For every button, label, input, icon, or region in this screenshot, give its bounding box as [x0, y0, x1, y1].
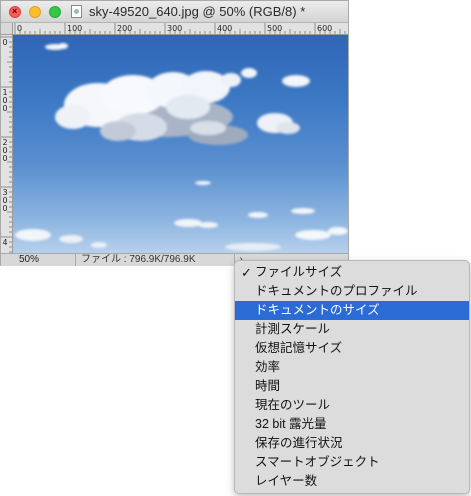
- menu-item-label: ファイルサイズ: [255, 265, 343, 279]
- checkmark-icon: ✓: [241, 265, 252, 280]
- ruler-label: 0: [3, 38, 8, 47]
- status-divider: [75, 254, 76, 266]
- window-title: sky-49520_640.jpg @ 50% (RGB/8) *: [89, 4, 306, 19]
- menu-item-document-size[interactable]: ドキュメントのサイズ: [235, 301, 469, 320]
- ruler-label: 200: [117, 24, 132, 33]
- ruler-label: 100: [67, 24, 82, 33]
- menu-item-label: レイヤー数: [255, 474, 318, 488]
- ruler-label: 600: [317, 24, 332, 33]
- ruler-label: 500: [267, 24, 282, 33]
- maximize-window-button[interactable]: [49, 6, 61, 18]
- menu-item-label: ドキュメントのサイズ: [255, 303, 380, 317]
- file-info-text: ファイル : 796.9K/796.9K: [81, 254, 196, 265]
- menu-item-file-size[interactable]: ✓ ファイルサイズ: [235, 263, 469, 282]
- menu-item-label: 時間: [255, 379, 281, 393]
- menu-item-label: ドキュメントのプロファイル: [255, 284, 418, 298]
- menu-item-label: 保存の進行状況: [255, 436, 343, 450]
- cloud-right: [241, 68, 310, 134]
- document-window: × sky-49520_640.jpg @ 50% (RGB/8) * 0 100…: [0, 0, 349, 266]
- ruler-label: 0: [3, 104, 8, 113]
- cloud-small: [195, 181, 315, 218]
- zoom-level[interactable]: 50%: [19, 254, 39, 266]
- status-info-menu: ✓ ファイルサイズ ドキュメントのプロファイル ドキュメントのサイズ 計測スケー…: [234, 260, 470, 494]
- ruler-label: 0: [3, 154, 8, 163]
- menu-item-measurement-scale[interactable]: 計測スケール: [235, 320, 469, 339]
- close-window-button[interactable]: ×: [9, 6, 21, 18]
- menu-item-efficiency[interactable]: 効率: [235, 358, 469, 377]
- cloud-main: [55, 71, 248, 145]
- ruler-label: 0: [17, 24, 22, 33]
- menu-item-scratch-sizes[interactable]: 仮想記憶サイズ: [235, 339, 469, 358]
- ruler-label: 4: [3, 238, 8, 247]
- menu-item-label: スマートオブジェクト: [255, 455, 380, 469]
- menu-item-save-progress[interactable]: 保存の進行状況: [235, 434, 469, 453]
- menu-item-32bit-exposure[interactable]: 32 bit 露光量: [235, 415, 469, 434]
- menu-item-document-profile[interactable]: ドキュメントのプロファイル: [235, 282, 469, 301]
- menu-item-label: 計測スケール: [255, 322, 331, 336]
- cloud-bottom: [15, 219, 348, 251]
- ruler-origin[interactable]: [1, 23, 13, 35]
- close-icon: ×: [12, 6, 18, 16]
- menu-item-label: 32 bit 露光量: [255, 417, 327, 431]
- horizontal-ruler[interactable]: 0 100 200 300 400 500 600: [13, 23, 348, 35]
- menu-item-label: 仮想記憶サイズ: [255, 341, 343, 355]
- menu-item-label: 効率: [255, 360, 281, 374]
- menu-item-smart-objects[interactable]: スマートオブジェクト: [235, 453, 469, 472]
- menu-item-layer-count[interactable]: レイヤー数: [235, 472, 469, 491]
- menu-item-label: 現在のツール: [255, 398, 331, 412]
- menu-item-current-tool[interactable]: 現在のツール: [235, 396, 469, 415]
- menu-item-timing[interactable]: 時間: [235, 377, 469, 396]
- ruler-label: 300: [167, 24, 182, 33]
- title-bar[interactable]: × sky-49520_640.jpg @ 50% (RGB/8) *: [1, 1, 348, 23]
- cloud: [45, 43, 68, 50]
- ruler-label: 0: [3, 204, 8, 213]
- document-proxy-icon[interactable]: [71, 5, 82, 18]
- image-canvas[interactable]: [13, 35, 348, 253]
- ruler-label: 400: [217, 24, 232, 33]
- minimize-window-button[interactable]: [29, 6, 41, 18]
- vertical-ruler[interactable]: 01002003004: [1, 35, 13, 253]
